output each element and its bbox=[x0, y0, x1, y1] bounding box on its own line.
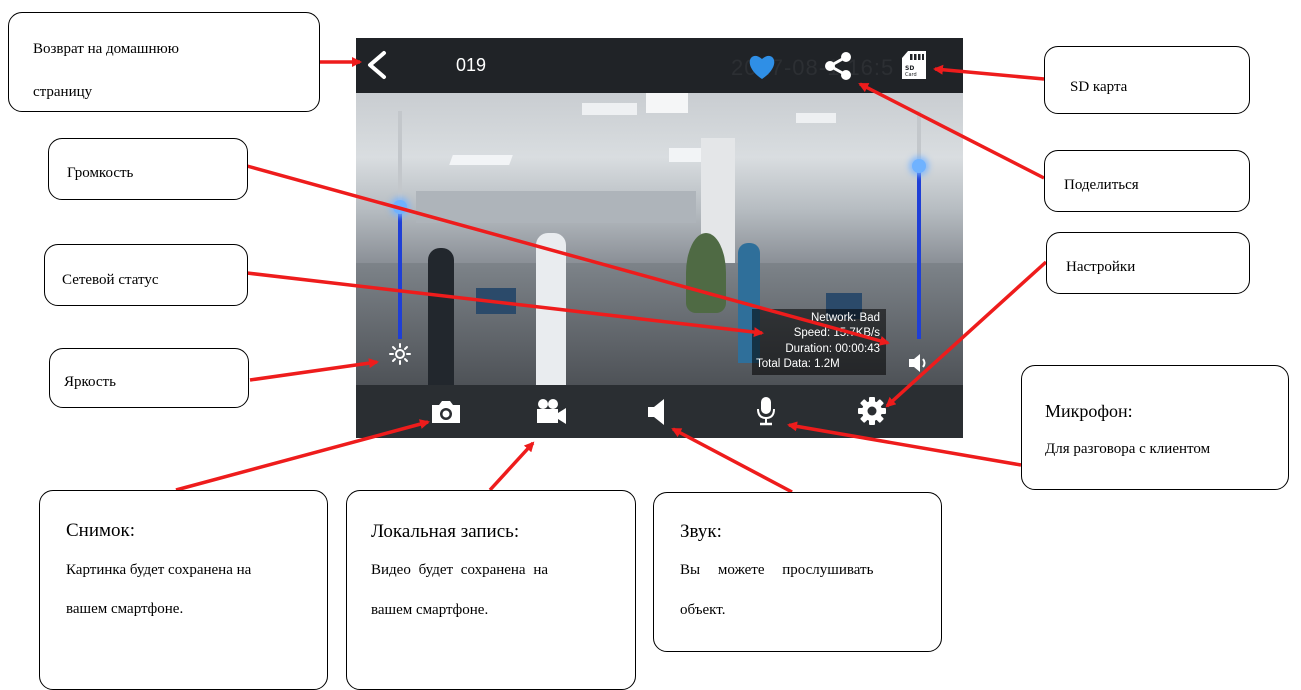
live-view-screen: 019 2017-08-1 16:5 SD Card Network: Bad … bbox=[356, 38, 963, 438]
callout-sd-card-text: SD карта bbox=[1070, 79, 1128, 95]
callout-sound-line1: Вы можете прослушивать bbox=[680, 562, 874, 578]
callout-volume: Громкость bbox=[48, 138, 248, 200]
svg-text:Card: Card bbox=[905, 72, 917, 78]
callout-settings: Настройки bbox=[1046, 232, 1250, 294]
callout-brightness: Яркость bbox=[49, 348, 249, 408]
callout-snapshot-title: Снимок: bbox=[66, 520, 136, 541]
volume-slider-knob[interactable] bbox=[912, 158, 926, 173]
gear-icon[interactable] bbox=[858, 397, 886, 425]
svg-text:SD: SD bbox=[905, 65, 914, 72]
callout-sound-title: Звук: bbox=[680, 521, 722, 542]
callout-snapshot-line1: Картинка будет сохранена на bbox=[66, 562, 252, 578]
top-toolbar: 019 2017-08-1 16:5 SD Card bbox=[356, 38, 963, 93]
callout-network-status: Сетевой статус bbox=[44, 244, 248, 306]
callout-record-line1: Видео будет сохранена на bbox=[371, 562, 549, 578]
camera-id-label: 019 bbox=[456, 55, 487, 75]
speaker-icon[interactable] bbox=[646, 398, 668, 426]
speaker-icon bbox=[907, 352, 931, 374]
callout-home: Возврат на домашнюю страницу bbox=[8, 12, 320, 112]
video-camera-icon[interactable] bbox=[534, 397, 568, 425]
callout-share-text: Поделиться bbox=[1064, 177, 1139, 193]
callout-volume-text: Громкость bbox=[67, 165, 134, 181]
sd-card-icon[interactable]: SD Card bbox=[901, 50, 927, 80]
network-quality-text: Network: Bad bbox=[810, 312, 880, 324]
heart-icon[interactable] bbox=[747, 53, 777, 80]
callout-settings-text: Настройки bbox=[1066, 259, 1136, 275]
callout-record-line2: вашем смартфоне. bbox=[371, 602, 489, 618]
chevron-left-icon[interactable] bbox=[364, 50, 390, 80]
callout-sd-card: SD карта bbox=[1044, 46, 1250, 114]
camera-icon[interactable] bbox=[430, 399, 462, 425]
total-data-text: Total Data: 1.2M bbox=[756, 358, 840, 370]
bottom-toolbar bbox=[356, 385, 963, 438]
callout-microphone: Микрофон: Для разговора с клиентом bbox=[1021, 365, 1289, 490]
sun-icon bbox=[389, 343, 411, 365]
callout-microphone-title: Микрофон: bbox=[1045, 401, 1133, 421]
brightness-slider-knob[interactable] bbox=[393, 199, 407, 214]
share-icon[interactable] bbox=[823, 51, 853, 81]
callout-sound-line2: объект. bbox=[680, 602, 726, 618]
network-speed-text: Speed: 15.7KB/s bbox=[793, 327, 880, 339]
callout-brightness-text: Яркость bbox=[64, 374, 116, 390]
arrow-sound bbox=[671, 427, 793, 494]
network-status-panel: Network: Bad Speed: 15.7KB/s Duration: 0… bbox=[752, 309, 886, 375]
callout-record-title: Локальная запись: bbox=[371, 521, 520, 542]
callout-share: Поделиться bbox=[1044, 150, 1250, 212]
callout-home-line2: страницу bbox=[33, 84, 93, 100]
callout-local-record: Локальная запись: Видео будет сохранена … bbox=[346, 490, 636, 690]
callout-home-line1: Возврат на домашнюю bbox=[33, 41, 179, 57]
callout-snapshot: Снимок: Картинка будет сохранена на ваше… bbox=[39, 490, 328, 690]
arrow-record bbox=[488, 441, 535, 492]
callout-microphone-desc: Для разговора с клиентом bbox=[1045, 441, 1211, 457]
callout-snapshot-line2: вашем смартфоне. bbox=[66, 601, 184, 617]
callout-sound: Звук: Вы можете прослушивать объект. bbox=[653, 492, 942, 652]
callout-network-status-text: Сетевой статус bbox=[62, 272, 159, 288]
microphone-icon[interactable] bbox=[756, 396, 776, 426]
session-duration-text: Duration: 00:00:43 bbox=[785, 343, 880, 355]
